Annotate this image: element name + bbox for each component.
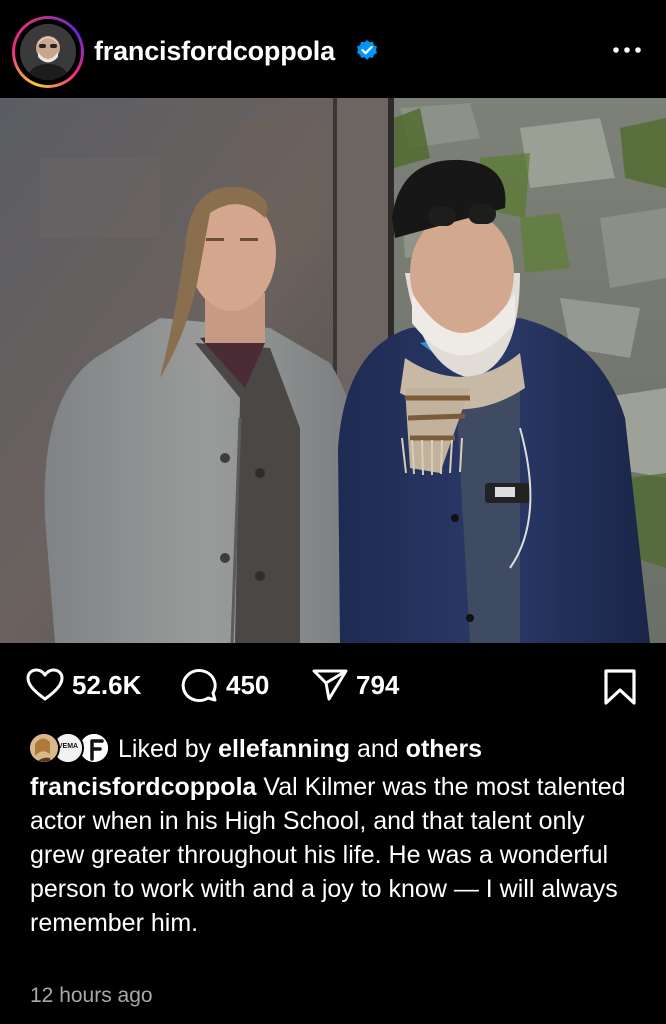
post-image <box>0 98 666 643</box>
like-count[interactable]: 52.6K <box>72 670 141 701</box>
post-actions: 52.6K 450 794 <box>0 660 666 710</box>
comment-icon[interactable] <box>180 667 218 703</box>
post-caption: francisfordcoppola Val Kilmer was the mo… <box>30 770 640 940</box>
post-photo[interactable] <box>0 98 666 643</box>
username[interactable]: francisfordcoppola <box>94 36 335 67</box>
comment-action[interactable]: 450 <box>180 660 269 710</box>
bookmark-icon[interactable] <box>602 668 638 706</box>
more-horizontal-icon[interactable] <box>610 40 644 60</box>
send-icon[interactable] <box>312 668 348 702</box>
liked-by-row: VEMA Liked by ellefanning and others <box>28 730 648 766</box>
liked-by-user[interactable]: ellefanning <box>218 735 350 763</box>
liked-by-others[interactable]: others <box>406 735 482 763</box>
avatar-ring-gap <box>15 19 81 85</box>
liked-by-prefix: Liked by <box>118 735 212 763</box>
avatar-image <box>20 24 76 80</box>
like-action[interactable]: 52.6K <box>26 660 141 710</box>
comment-count[interactable]: 450 <box>226 670 269 701</box>
liker-avatar[interactable] <box>28 732 60 764</box>
post-header: francisfordcoppola <box>0 0 666 98</box>
post-timestamp: 12 hours ago <box>30 984 153 1007</box>
caption-username[interactable]: francisfordcoppola <box>30 773 256 801</box>
story-ring[interactable] <box>12 16 84 88</box>
heart-icon[interactable] <box>26 668 64 702</box>
share-action[interactable]: 794 <box>312 660 399 710</box>
share-count[interactable]: 794 <box>356 670 399 701</box>
liked-by-and: and <box>357 735 399 763</box>
avatar[interactable] <box>20 24 76 80</box>
liker-avatar-image <box>30 734 58 762</box>
liked-by-text: Liked by ellefanning and others <box>118 735 482 764</box>
verified-badge-icon <box>357 40 377 60</box>
f-logo-icon <box>80 734 108 762</box>
